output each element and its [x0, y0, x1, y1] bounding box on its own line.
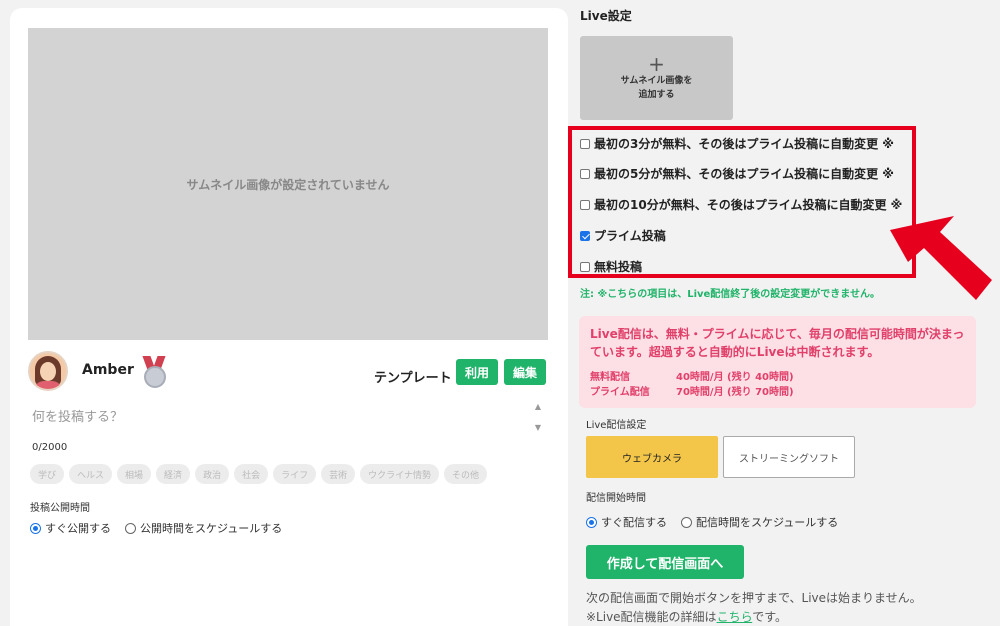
checkbox-free-5min-label: 最初の5分が無料、その後はプライム投稿に自動変更 ※ — [594, 167, 894, 181]
quota-free-label: 無料配信 — [590, 372, 630, 383]
post-textarea[interactable]: 何を投稿する？ — [32, 406, 512, 425]
tag-chip[interactable]: 経済 — [156, 464, 191, 484]
quota-prime-label: プライム配信 — [590, 387, 650, 398]
checkbox-free-3min-box[interactable] — [580, 138, 590, 149]
info-line-1: 次の配信画面で開始ボタンを押すまで、Liveは始まりません。 — [586, 591, 922, 605]
plus-icon: + — [648, 52, 665, 76]
edit-template-button[interactable]: 編集 — [504, 359, 546, 385]
info-line-2: ※Live配信機能の詳細はこちらです。 — [586, 608, 787, 625]
publish-now-option[interactable]: すぐ公開する — [30, 520, 111, 536]
textarea-scrollbar[interactable]: ▲ ▼ — [530, 402, 546, 432]
live-quota-notice: Live配信は、無料・プライムに応じて、毎月の配信可能時間が決まっています。超過… — [579, 316, 976, 408]
webcam-button[interactable]: ウェブカメラ — [586, 436, 718, 478]
quota-notice-message: Live配信は、無料・プライムに応じて、毎月の配信可能時間が決まっています。超過… — [590, 327, 965, 359]
quota-prime-value: 70時間/月 (残り 70時間) — [676, 387, 794, 398]
checkbox-prime-post-box[interactable] — [580, 230, 590, 241]
checkbox-free-post-label: 無料投稿 — [594, 260, 643, 274]
info-line-2-suffix: です。 — [752, 610, 788, 624]
checkbox-free-post-box[interactable] — [580, 261, 590, 272]
char-count: 0/2000 — [32, 442, 68, 453]
tag-chip[interactable]: 社会 — [234, 464, 269, 484]
start-schedule-label: 配信時間をスケジュールする — [696, 516, 839, 529]
checkbox-free-post[interactable]: 無料投稿 — [580, 258, 642, 275]
create-and-stream-button[interactable]: 作成して配信画面へ — [586, 545, 744, 579]
publish-schedule-radio[interactable] — [125, 522, 136, 534]
start-schedule-option[interactable]: 配信時間をスケジュールする — [681, 514, 838, 530]
checkbox-free-10min-label: 最初の10分が無料、その後はプライム投稿に自動変更 ※ — [594, 198, 903, 212]
author-row: Amber テンプレート 利用 編集 — [28, 351, 548, 391]
thumbnail-preview: サムネイル画像が設定されていません — [28, 28, 548, 340]
publish-schedule-label: 公開時間をスケジュールする — [140, 522, 283, 535]
publish-now-label: すぐ公開する — [45, 522, 111, 535]
quota-prime-row: プライム配信 70時間/月 (残り 70時間) — [590, 383, 794, 398]
tag-chip[interactable]: 相場 — [117, 464, 152, 484]
settings-note: 注: ※こちらの項目は、Live配信終了後の設定変更ができません。 — [580, 289, 881, 300]
author-name: Amber — [82, 362, 134, 378]
tag-chip[interactable]: その他 — [443, 464, 487, 484]
info-line-2-prefix: ※Live配信機能の詳細は — [586, 610, 717, 624]
publish-time-label: 投稿公開時間 — [30, 503, 90, 514]
quota-free-row: 無料配信 40時間/月 (残り 40時間) — [590, 368, 794, 383]
stream-settings-label: Live配信設定 — [586, 420, 647, 431]
tag-chip[interactable]: ライフ — [273, 464, 317, 484]
tag-chip[interactable]: 政治 — [195, 464, 230, 484]
details-link[interactable]: こちら — [717, 610, 753, 624]
tag-chip[interactable]: ウクライナ情勢 — [360, 464, 439, 484]
publish-now-radio[interactable] — [30, 522, 41, 534]
start-now-option[interactable]: すぐ配信する — [586, 514, 667, 530]
start-now-label: すぐ配信する — [601, 516, 667, 529]
checkbox-free-10min[interactable]: 最初の10分が無料、その後はプライム投稿に自動変更 ※ — [580, 196, 902, 213]
avatar — [28, 351, 68, 391]
start-schedule-radio[interactable] — [681, 516, 692, 528]
add-thumbnail-label: サムネイル画像を 追加する — [620, 76, 693, 100]
add-thumbnail-button[interactable]: + サムネイル画像を 追加する — [580, 36, 733, 120]
checkbox-free-3min-label: 最初の3分が無料、その後はプライム投稿に自動変更 ※ — [594, 137, 894, 151]
publish-schedule-option[interactable]: 公開時間をスケジュールする — [125, 520, 282, 536]
tag-chip[interactable]: ヘルス — [69, 464, 113, 484]
tag-chip[interactable]: 学び — [30, 464, 65, 484]
checkbox-free-5min-box[interactable] — [580, 168, 590, 179]
publish-time-options: すぐ公開する 公開時間をスケジュールする — [30, 520, 282, 536]
scroll-up-icon[interactable]: ▲ — [535, 402, 541, 411]
template-label: テンプレート — [374, 371, 452, 386]
red-arrow-icon — [890, 216, 992, 300]
checkbox-prime-post-label: プライム投稿 — [594, 229, 666, 243]
thumbnail-placeholder-text: サムネイル画像が設定されていません — [186, 177, 390, 192]
tag-list: 学び ヘルス 相場 経済 政治 社会 ライフ 芸術 ウクライナ情勢 その他 — [30, 464, 487, 484]
medal-icon — [140, 356, 170, 388]
start-time-label: 配信開始時間 — [586, 493, 646, 504]
start-now-radio[interactable] — [586, 516, 597, 528]
post-editor-panel: サムネイル画像が設定されていません Amber テンプレート 利用 編集 何を投… — [10, 8, 568, 626]
checkbox-prime-post[interactable]: プライム投稿 — [580, 227, 666, 244]
checkbox-free-5min[interactable]: 最初の5分が無料、その後はプライム投稿に自動変更 ※ — [580, 165, 894, 182]
live-settings-title: Live設定 — [580, 9, 632, 23]
start-time-options: すぐ配信する 配信時間をスケジュールする — [586, 514, 838, 530]
checkbox-free-10min-box[interactable] — [580, 199, 590, 210]
tag-chip[interactable]: 芸術 — [321, 464, 356, 484]
checkbox-free-3min[interactable]: 最初の3分が無料、その後はプライム投稿に自動変更 ※ — [580, 135, 894, 152]
scroll-down-icon[interactable]: ▼ — [535, 423, 541, 432]
quota-free-value: 40時間/月 (残り 40時間) — [676, 372, 794, 383]
streaming-software-button[interactable]: ストリーミングソフト — [723, 436, 855, 478]
use-template-button[interactable]: 利用 — [456, 359, 498, 385]
